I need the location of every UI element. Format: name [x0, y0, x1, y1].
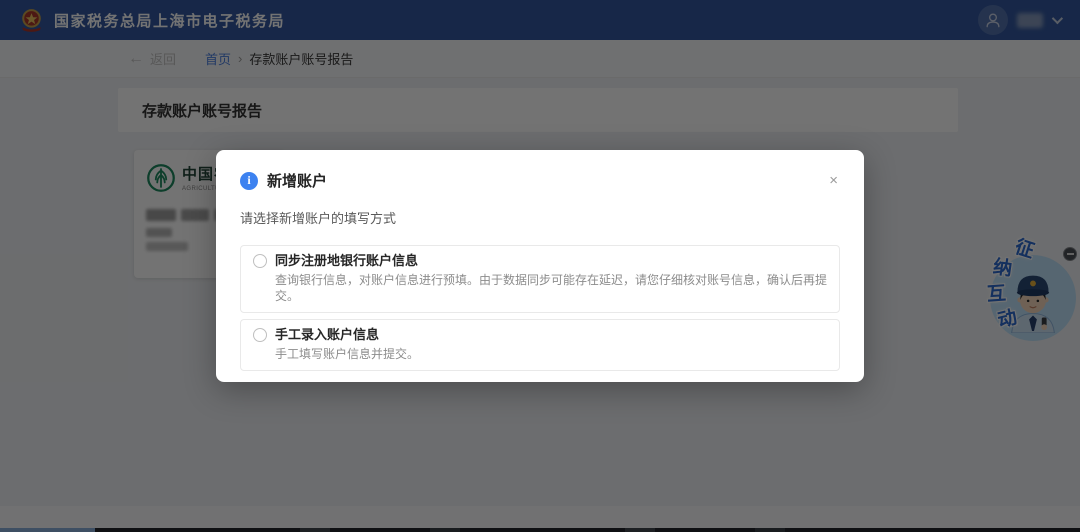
option-sync-bank-info[interactable]: 同步注册地银行账户信息 查询银行信息，对账户信息进行预填。由于数据同步可能存在延… — [240, 245, 840, 313]
radio-manual-entry[interactable] — [253, 328, 267, 342]
close-icon[interactable]: × — [827, 171, 840, 190]
screen: 国家税务总局上海市电子税务局 ← 返回 首页 › 存款账户账号报告 存款账户账号… — [0, 0, 1080, 532]
modal-header: i 新增账户 × — [240, 170, 840, 191]
add-account-modal: i 新增账户 × 请选择新增账户的填写方式 同步注册地银行账户信息 查询银行信息… — [216, 150, 864, 382]
option-description: 查询银行信息，对账户信息进行预填。由于数据同步可能存在延迟，请您仔细核对账号信息… — [275, 272, 827, 304]
bottom-strip — [0, 528, 1080, 532]
option-description: 手工填写账户信息并提交。 — [275, 346, 827, 362]
radio-sync-bank-info[interactable] — [253, 254, 267, 268]
option-title: 同步注册地银行账户信息 — [275, 253, 418, 268]
info-icon: i — [240, 172, 258, 190]
option-manual-entry[interactable]: 手工录入账户信息 手工填写账户信息并提交。 — [240, 319, 840, 371]
option-list: 同步注册地银行账户信息 查询银行信息，对账户信息进行预填。由于数据同步可能存在延… — [240, 245, 840, 371]
modal-prompt: 请选择新增账户的填写方式 — [240, 208, 840, 227]
option-title: 手工录入账户信息 — [275, 327, 379, 342]
modal-title: 新增账户 — [267, 170, 327, 191]
